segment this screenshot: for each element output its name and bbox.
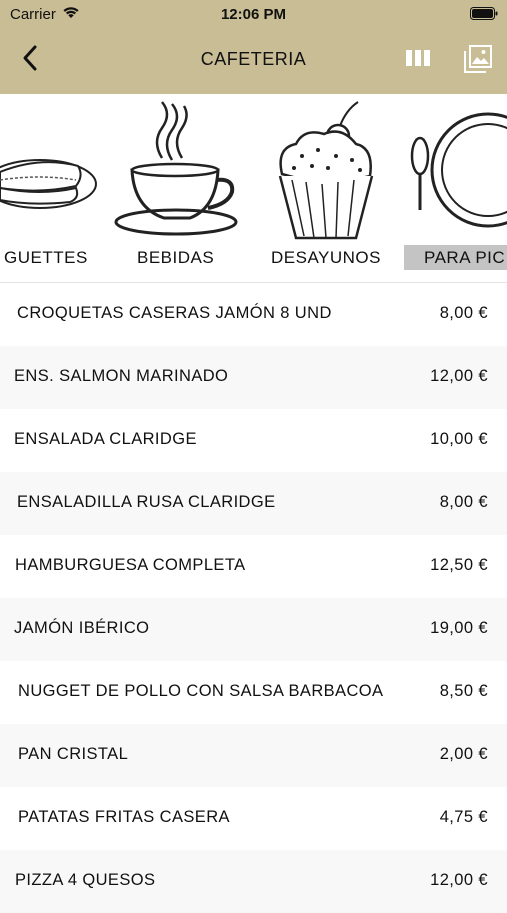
list-item[interactable]: CROQUETAS CASERAS JAMÓN 8 UND 8,00 € bbox=[0, 283, 507, 346]
battery-icon bbox=[470, 7, 498, 20]
category-baguettes[interactable]: GUETTES bbox=[0, 94, 110, 280]
list-item[interactable]: ENS. SALMON MARINADO 12,00 € bbox=[0, 346, 507, 409]
status-time: 12:06 PM bbox=[220, 6, 287, 23]
item-name: ENSALADILLA RUSA CLARIDGE bbox=[17, 493, 276, 511]
item-price: 19,00 € bbox=[430, 619, 488, 637]
plate-spoon-icon bbox=[410, 112, 507, 228]
navigation-bar: CAFETERIA bbox=[0, 30, 507, 94]
item-name: PIZZA 4 QUESOS bbox=[15, 871, 156, 889]
item-price: 8,00 € bbox=[439, 304, 488, 322]
item-name: CROQUETAS CASERAS JAMÓN 8 UND bbox=[17, 304, 332, 322]
list-item[interactable]: HAMBURGUESA COMPLETA 12,50 € bbox=[0, 535, 507, 598]
app-header: Carrier 12:06 PM CAFETERIA bbox=[0, 0, 507, 94]
item-price: 8,00 € bbox=[439, 493, 488, 511]
item-price: 12,00 € bbox=[430, 871, 488, 889]
category-carousel[interactable]: GUETTES BEBIDAS DESAYUNOS PARA PIC bbox=[0, 94, 507, 280]
category-label: PARA PIC bbox=[424, 248, 506, 267]
item-price: 2,00 € bbox=[439, 745, 488, 763]
item-price: 10,00 € bbox=[430, 430, 488, 448]
item-price: 8,50 € bbox=[439, 682, 488, 700]
category-label: BEBIDAS bbox=[137, 248, 215, 267]
list-item[interactable]: PIZZA 4 QUESOS 12,00 € bbox=[0, 850, 507, 913]
item-price: 4,75 € bbox=[439, 808, 488, 826]
category-desayunos[interactable]: DESAYUNOS bbox=[262, 94, 390, 280]
cupcake-icon bbox=[278, 101, 374, 240]
status-bar: Carrier 12:06 PM bbox=[0, 0, 507, 30]
columns-icon[interactable] bbox=[405, 48, 431, 68]
category-label: GUETTES bbox=[4, 248, 88, 267]
item-name: ENSALADA CLARIDGE bbox=[14, 430, 197, 448]
list-item[interactable]: NUGGET DE POLLO CON SALSA BARBACOA 8,50 … bbox=[0, 661, 507, 724]
list-item[interactable]: ENSALADA CLARIDGE 10,00 € bbox=[0, 409, 507, 472]
category-label: DESAYUNOS bbox=[271, 248, 381, 267]
item-name: PAN CRISTAL bbox=[18, 745, 129, 763]
coffee-cup-icon bbox=[114, 101, 238, 236]
item-name: ENS. SALMON MARINADO bbox=[14, 367, 229, 385]
list-item[interactable]: PATATAS FRITAS CASERA 4,75 € bbox=[0, 787, 507, 850]
item-name: JAMÓN IBÉRICO bbox=[14, 619, 150, 637]
photo-gallery-icon[interactable] bbox=[463, 44, 493, 74]
list-item[interactable]: PAN CRISTAL 2,00 € bbox=[0, 724, 507, 787]
item-name: PATATAS FRITAS CASERA bbox=[18, 808, 230, 826]
item-price: 12,00 € bbox=[430, 367, 488, 385]
list-item[interactable]: ENSALADILLA RUSA CLARIDGE 8,00 € bbox=[0, 472, 507, 535]
list-item[interactable]: JAMÓN IBÉRICO 19,00 € bbox=[0, 598, 507, 661]
category-para-picar[interactable]: PARA PIC bbox=[404, 94, 507, 280]
item-name: HAMBURGUESA COMPLETA bbox=[15, 556, 246, 574]
item-price: 12,50 € bbox=[430, 556, 488, 574]
category-bebidas[interactable]: BEBIDAS bbox=[112, 94, 240, 280]
item-name: NUGGET DE POLLO CON SALSA BARBACOA bbox=[18, 682, 384, 700]
baguette-icon bbox=[0, 159, 97, 209]
